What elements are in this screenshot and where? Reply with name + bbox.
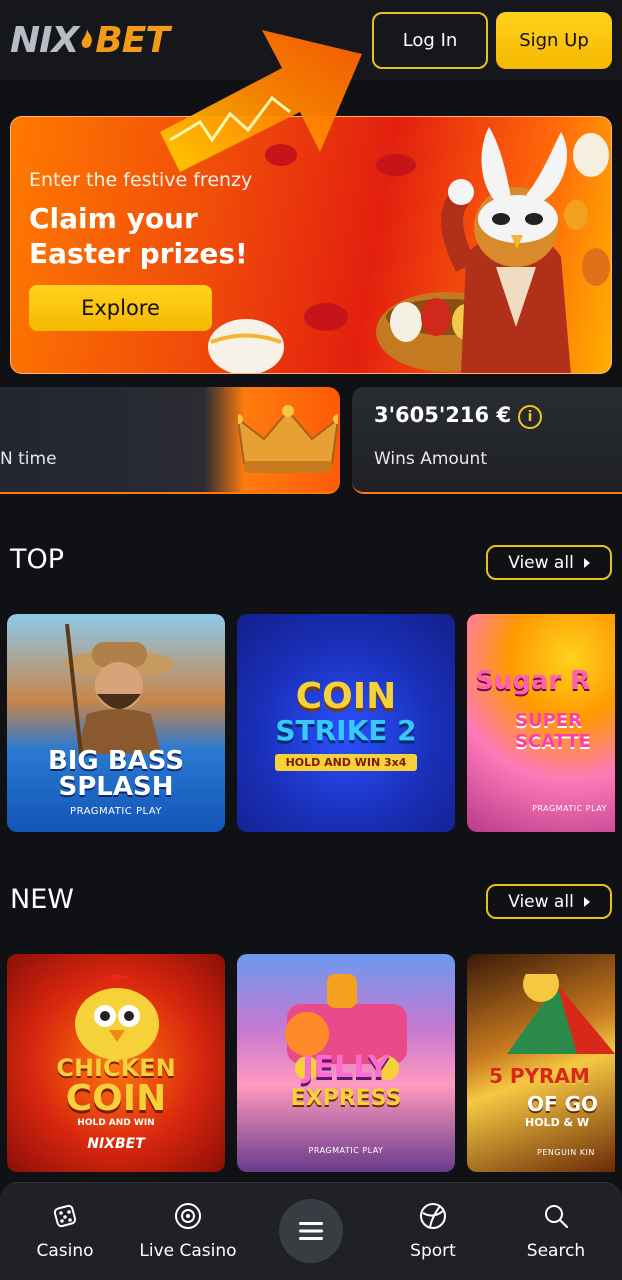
game-title-line2: STRIKE 2 xyxy=(275,714,417,747)
chicken-illustration xyxy=(75,974,159,1060)
game-title-line1: 5 PYRAM xyxy=(489,1064,590,1088)
wins-amount-label: Wins Amount xyxy=(374,449,487,469)
nav-label: Search xyxy=(526,1241,586,1261)
game-title-line1: JELLY xyxy=(302,1050,390,1085)
nav-item-search[interactable]: Search xyxy=(496,1201,616,1261)
flame-icon xyxy=(81,29,93,48)
game-tile-sugar-rush[interactable]: Sugar R SUPER SCATTE PRAGMATIC PLAY xyxy=(467,614,615,832)
nav-label: Live Casino xyxy=(139,1241,237,1261)
sport-ball-icon xyxy=(420,1203,446,1229)
game-title-line2: OF GO xyxy=(527,1092,599,1116)
view-all-label: View all xyxy=(508,891,574,912)
nav-item-casino[interactable]: Casino xyxy=(5,1201,125,1261)
nav-label: Sport xyxy=(410,1241,456,1261)
view-all-top-button[interactable]: View all xyxy=(486,545,612,580)
view-all-label: View all xyxy=(508,552,574,573)
game-tagline: HOLD AND WIN xyxy=(77,1118,155,1128)
crown-icon xyxy=(238,405,338,473)
section-title-new: NEW xyxy=(10,884,74,915)
section-title-top: TOP xyxy=(10,544,65,575)
game-title-line2: SPLASH xyxy=(58,772,174,802)
pyramid-illustration xyxy=(507,974,615,1054)
game-tagline: HOLD AND WIN 3x4 xyxy=(275,754,417,771)
game-title-line2: EXPRESS xyxy=(290,1086,402,1111)
game-provider: NIXBET xyxy=(87,1136,145,1152)
game-tile-5-pyramids[interactable]: 5 PYRAM OF GO HOLD & W PENGUIN KIN xyxy=(467,954,615,1172)
logo-text-nix: NIX xyxy=(10,19,79,61)
chevron-right-icon xyxy=(583,896,590,907)
header: NIX BET Log In Sign Up xyxy=(0,0,622,80)
live-casino-icon xyxy=(175,1203,201,1229)
search-icon xyxy=(545,1205,569,1229)
jackpot-time-label: N time xyxy=(0,449,57,469)
game-title-line2: SUPER SCATTE xyxy=(515,710,591,752)
decorative-chips xyxy=(208,144,416,373)
game-tile-chicken-coin[interactable]: CHICKEN COIN HOLD AND WIN NIXBET xyxy=(7,954,225,1172)
fisherman-illustration xyxy=(64,624,174,754)
bottom-navigation: Casino Live Casino Sport Search xyxy=(0,1182,622,1280)
game-title-line2: COIN xyxy=(65,1078,167,1119)
jackpot-time-card[interactable]: N time xyxy=(0,387,340,494)
game-provider: PRAGMATIC PLAY xyxy=(308,1146,384,1155)
game-tile-coin-strike-2[interactable]: COIN STRIKE 2 HOLD AND WIN 3x4 xyxy=(237,614,455,832)
signup-button[interactable]: Sign Up xyxy=(496,12,612,69)
main-menu-button[interactable] xyxy=(279,1199,343,1263)
game-provider: PRAGMATIC PLAY xyxy=(532,804,607,813)
nixbet-logo[interactable]: NIX BET xyxy=(10,18,170,62)
game-provider: PENGUIN KIN xyxy=(537,1148,595,1157)
nav-item-sport[interactable]: Sport xyxy=(373,1201,493,1261)
game-title-line1: COIN xyxy=(295,676,397,717)
nav-item-live-casino[interactable]: Live Casino xyxy=(128,1201,248,1261)
login-button[interactable]: Log In xyxy=(372,12,488,69)
game-provider: PRAGMATIC PLAY xyxy=(70,806,162,817)
game-title-line1: Sugar R xyxy=(475,666,591,696)
view-all-new-button[interactable]: View all xyxy=(486,884,612,919)
dice-icon xyxy=(53,1204,77,1228)
info-icon[interactable]: i xyxy=(518,405,542,429)
game-tagline: HOLD & W xyxy=(525,1116,590,1129)
game-tile-jelly-express[interactable]: JELLY EXPRESS PRAGMATIC PLAY xyxy=(237,954,455,1172)
chevron-right-icon xyxy=(583,557,590,568)
hamburger-menu-icon xyxy=(299,1222,323,1240)
logo-text-bet: BET xyxy=(95,19,170,61)
wins-amount-value: 3'605'216 € xyxy=(374,403,512,427)
wins-amount-card[interactable]: 3'605'216 € i Wins Amount xyxy=(352,387,622,494)
nav-label: Casino xyxy=(36,1241,94,1261)
game-tile-big-bass-splash[interactable]: BIG BASS SPLASH PRAGMATIC PLAY xyxy=(7,614,225,832)
promo-banner[interactable]: Enter the festive frenzy Claim your East… xyxy=(10,116,612,374)
